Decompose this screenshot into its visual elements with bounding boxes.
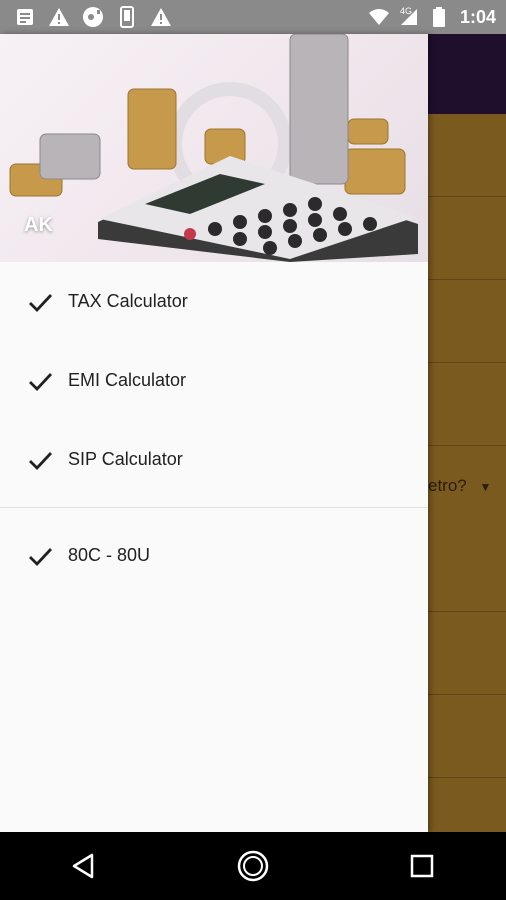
home-icon [237, 850, 269, 882]
back-button[interactable] [54, 836, 114, 896]
check-icon [29, 451, 53, 470]
dropdown-arrow-icon: ▼ [479, 480, 492, 494]
menu-item-label: 80C - 80U [68, 545, 151, 565]
network-type: 4G [399, 6, 412, 16]
check-icon [29, 293, 53, 312]
header-label: AK [24, 214, 53, 236]
app-row [428, 695, 506, 778]
menu-item-label: SIP Calculator [68, 449, 183, 469]
phone-icon [116, 6, 138, 28]
menu-item-80c-80u[interactable]: 80C - 80U [0, 516, 428, 595]
menu-item-label: TAX Calculator [68, 291, 188, 311]
menu-item-emi-calculator[interactable]: EMI Calculator [0, 341, 428, 420]
menu-divider [0, 507, 428, 508]
check-icon [29, 547, 53, 566]
back-icon [73, 853, 94, 879]
system-navigation-bar [0, 832, 506, 900]
app-row [428, 197, 506, 280]
dropdown-text: etro? [428, 476, 467, 495]
app-row [428, 612, 506, 695]
app-row [428, 529, 506, 612]
check-icon [29, 372, 53, 391]
menu-item-tax-calculator[interactable]: TAX Calculator [0, 262, 428, 341]
clock: 1:04 [459, 6, 496, 27]
warning-icon [48, 6, 70, 28]
recents-button[interactable] [392, 836, 452, 896]
app-row [428, 114, 506, 197]
app-row [428, 363, 506, 446]
media-icon [82, 6, 104, 28]
wifi-icon [368, 6, 390, 28]
drawer-menu: TAX Calculator EMI Calculator SIP Calcul… [0, 262, 428, 595]
home-button[interactable] [223, 836, 283, 896]
drawer-header: AK [0, 34, 428, 262]
recents-icon [410, 854, 433, 878]
menu-item-label: EMI Calculator [68, 370, 187, 390]
notes-icon [14, 6, 36, 28]
app-row [428, 280, 506, 363]
app-dropdown: etro? ▼ [428, 476, 506, 496]
menu-item-sip-calculator[interactable]: SIP Calculator [0, 420, 428, 499]
status-bar: 4G 1:04 [0, 0, 506, 34]
warning-icon [150, 6, 172, 28]
calculator-coins-illustration [9, 34, 418, 262]
navigation-drawer[interactable]: AK TAX Calculator EMI Calculator SIP Cal… [0, 34, 428, 832]
signal-indicator: 4G [399, 6, 418, 26]
battery-icon [428, 6, 450, 28]
